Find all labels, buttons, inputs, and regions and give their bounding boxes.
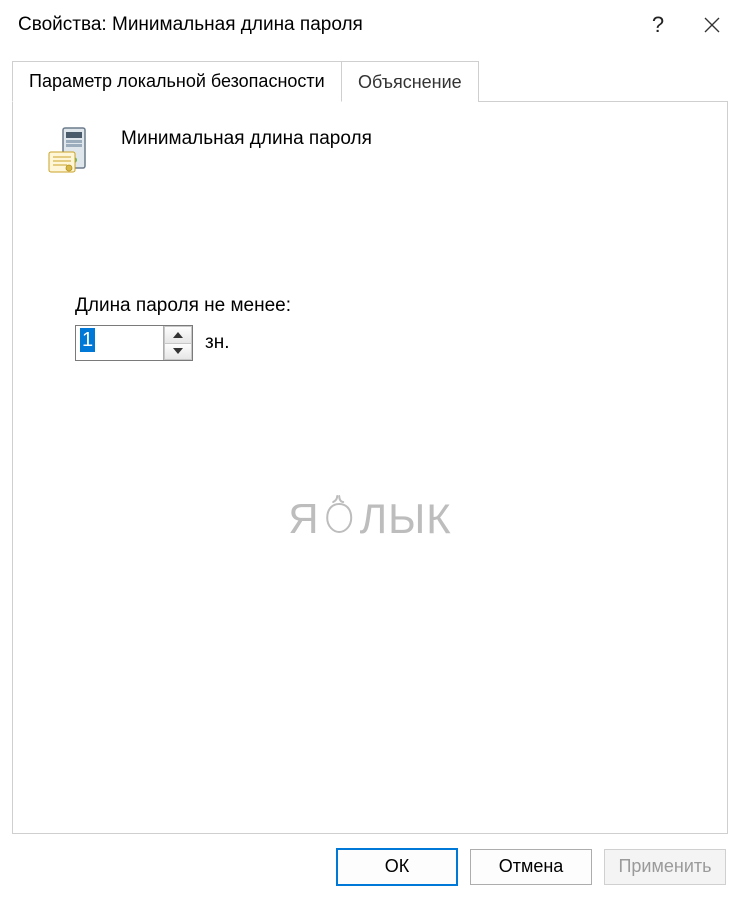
policy-icon: [45, 124, 101, 185]
spinner-input[interactable]: 1: [76, 326, 163, 360]
unit-label: зн.: [205, 332, 229, 354]
password-length-spinner[interactable]: 1: [75, 325, 193, 361]
policy-title: Минимальная длина пароля: [121, 124, 372, 150]
window-controls: ?: [632, 0, 740, 50]
ok-button[interactable]: ОК: [336, 848, 458, 886]
chevron-up-icon: [173, 332, 183, 338]
tab-label: Объяснение: [358, 72, 462, 93]
apply-button: Применить: [604, 849, 726, 885]
properties-dialog: Свойства: Минимальная длина пароля ? Пар…: [0, 0, 740, 899]
close-icon: [704, 17, 720, 33]
spinner-down-button[interactable]: [164, 343, 192, 361]
spinner-row: 1 зн.: [75, 325, 705, 361]
close-button[interactable]: [684, 0, 740, 50]
button-bar: ОК Отмена Применить: [0, 834, 740, 899]
titlebar: Свойства: Минимальная длина пароля ?: [0, 0, 740, 50]
watermark: Я ЛЫК: [288, 492, 452, 546]
chevron-down-icon: [173, 348, 183, 354]
field-label: Длина пароля не менее:: [75, 295, 705, 317]
policy-header: Минимальная длина пароля: [45, 124, 705, 185]
spinner-buttons: [163, 326, 192, 360]
help-button[interactable]: ?: [632, 0, 684, 50]
help-icon: ?: [652, 12, 664, 38]
password-length-field: Длина пароля не менее: 1 зн.: [75, 295, 705, 361]
tab-local-security-setting[interactable]: Параметр локальной безопасности: [12, 61, 342, 102]
window-title: Свойства: Минимальная длина пароля: [18, 14, 632, 36]
tab-strip: Параметр локальной безопасности Объяснен…: [12, 60, 728, 102]
apple-icon: [322, 492, 358, 546]
spinner-up-button[interactable]: [164, 326, 192, 343]
tab-page: Минимальная длина пароля Длина пароля не…: [12, 102, 728, 834]
tab-explanation[interactable]: Объяснение: [341, 61, 479, 102]
cancel-button[interactable]: Отмена: [470, 849, 592, 885]
tab-label: Параметр локальной безопасности: [29, 71, 325, 92]
